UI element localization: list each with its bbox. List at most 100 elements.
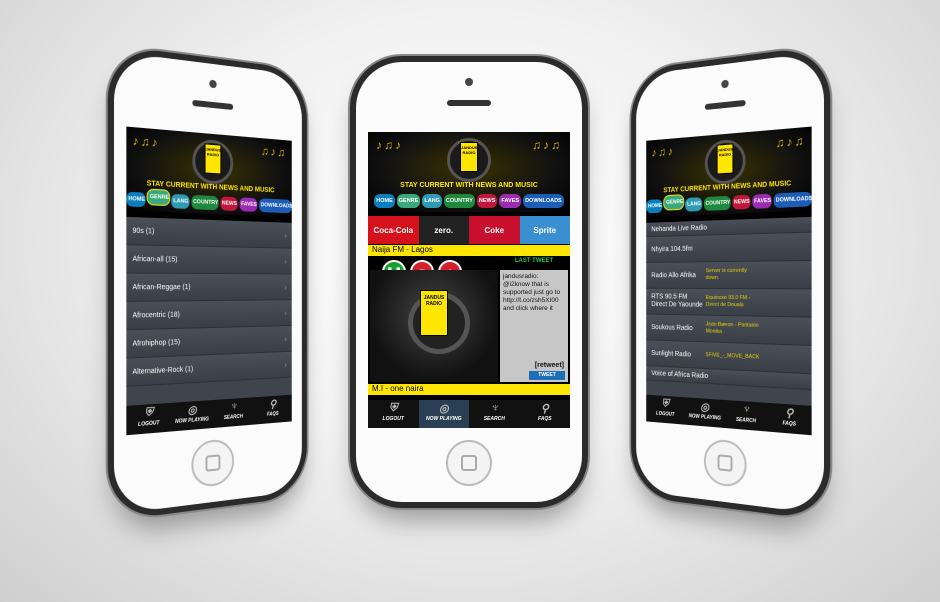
radio-logo: JANDUS RADIO bbox=[204, 143, 222, 175]
now-playing-screen: ♪♫♪ ♫♪♫ JANDUS RADIO STAY CURRENT WITH N… bbox=[368, 132, 570, 428]
tab-home[interactable]: HOME bbox=[646, 199, 663, 214]
radio-logo: JANDUS RADIO bbox=[460, 142, 478, 172]
tab-faves[interactable]: FAVES bbox=[752, 193, 772, 209]
album-art: JANDUS RADIO bbox=[370, 270, 498, 382]
station-status: Equinoxe 93.0 FM - Direct de Douala bbox=[705, 294, 751, 309]
tab-news[interactable]: NEWS bbox=[220, 196, 238, 212]
tab-genre[interactable]: GENRE bbox=[396, 194, 421, 208]
tab-news[interactable]: NEWS bbox=[476, 194, 498, 208]
phone-center: ♪♫♪ ♫♪♫ JANDUS RADIO STAY CURRENT WITH N… bbox=[356, 62, 582, 502]
earpiece-speaker bbox=[704, 99, 746, 111]
tab-search[interactable]: ♆ SEARCH bbox=[725, 400, 767, 432]
tab-now-playing[interactable]: ◎ NOW PLAYING bbox=[171, 400, 213, 432]
tab-search[interactable]: ♆ SEARCH bbox=[213, 397, 253, 428]
genre-screen: ♪♫♪ ♫♪♫ JANDUS RADIO STAY CURRENT WITH N… bbox=[126, 126, 292, 436]
tab-lang[interactable]: LANG bbox=[171, 193, 190, 209]
ad-coke[interactable]: Coke bbox=[469, 216, 520, 244]
tab-downloads[interactable]: DOWNLOADS bbox=[523, 194, 564, 208]
earpiece-speaker bbox=[447, 100, 491, 106]
chevron-right-icon: › bbox=[284, 334, 287, 343]
station-name: Naija FM - Lagos bbox=[368, 245, 570, 256]
tweet-box: jandusradio: @i2know that is supported j… bbox=[500, 270, 568, 382]
app-header: ♪♫♪ ♫♪♫ JANDUS RADIO STAY CURRENT WITH N… bbox=[126, 126, 292, 218]
chevron-right-icon: › bbox=[284, 282, 287, 292]
list-item[interactable]: African-Reggae (1) › bbox=[126, 273, 292, 302]
category-nav: HOME GENRE LANG COUNTRY NEWS FAVES DOWNL… bbox=[126, 189, 292, 214]
tweet-button[interactable]: TWEET bbox=[529, 371, 565, 380]
front-camera bbox=[465, 78, 473, 86]
home-button[interactable] bbox=[703, 438, 747, 489]
tab-downloads[interactable]: DOWNLOADS bbox=[259, 198, 292, 214]
station-status: Jean Bæron - Pantalon Monika bbox=[705, 321, 759, 335]
tab-now-playing[interactable]: ◎ NOW PLAYING bbox=[418, 400, 469, 428]
chevron-right-icon: › bbox=[284, 256, 287, 266]
stations-screen: ♪♫♪ ♫♪♫ JANDUS RADIO STAY CURRENT WITH N… bbox=[646, 126, 812, 436]
chevron-right-icon: › bbox=[284, 308, 287, 318]
now-playing-track: M.I - one naira bbox=[368, 384, 570, 395]
home-button[interactable] bbox=[191, 438, 235, 489]
tab-home[interactable]: HOME bbox=[374, 194, 395, 208]
tagline: STAY CURRENT WITH NEWS AND MUSIC bbox=[400, 182, 538, 189]
music-notes-icon: ♪♫♪ bbox=[651, 144, 675, 160]
map-pin-icon: ⚲ bbox=[540, 403, 549, 415]
sponsor-ads: Coca-Cola zero. Coke Sprite bbox=[368, 216, 570, 244]
tab-lang[interactable]: LANG bbox=[685, 197, 702, 212]
retweet-link[interactable]: [retweet] bbox=[535, 362, 564, 370]
list-item[interactable]: 90s (1) › bbox=[126, 216, 292, 249]
radio-logo: JANDUS RADIO bbox=[716, 143, 734, 175]
tab-home[interactable]: HOME bbox=[126, 191, 146, 208]
tab-downloads[interactable]: DOWNLOADS bbox=[773, 191, 812, 208]
list-item[interactable]: Radio Allo Afrika Server is currently dow… bbox=[646, 260, 812, 290]
tab-country[interactable]: COUNTRY bbox=[703, 195, 730, 211]
tab-faves[interactable]: FAVES bbox=[499, 194, 522, 208]
tab-news[interactable]: NEWS bbox=[732, 194, 751, 210]
app-header: ♪♫♪ ♫♪♫ JANDUS RADIO STAY CURRENT WITH N… bbox=[646, 126, 812, 218]
app-header: ♪♫♪ ♫♪♫ JANDUS RADIO STAY CURRENT WITH N… bbox=[368, 132, 570, 212]
station-status: 5FIVE_-_MOVE_BACK bbox=[705, 351, 760, 361]
tab-faqs[interactable]: ⚲ FAQS bbox=[767, 403, 811, 435]
tab-faqs[interactable]: ⚲ FAQS bbox=[520, 400, 571, 428]
tab-genre[interactable]: GENRE bbox=[147, 189, 170, 206]
radio-logo: JANDUS RADIO bbox=[420, 290, 448, 336]
phone-right: ♪♫♪ ♫♪♫ JANDUS RADIO STAY CURRENT WITH N… bbox=[636, 51, 824, 515]
shield-icon: ⛨ bbox=[389, 402, 398, 414]
tab-search[interactable]: ♆ SEARCH bbox=[469, 400, 520, 428]
genre-list: 90s (1) › African-all (15) › African-Regga… bbox=[126, 216, 292, 406]
music-notes-icon: ♫♪♫ bbox=[532, 138, 562, 152]
station-status: Server is currently down. bbox=[705, 267, 747, 282]
music-notes-icon: ♪♫♪ bbox=[132, 133, 160, 151]
ad-sprite[interactable]: Sprite bbox=[519, 216, 570, 244]
music-notes-icon: ♪♫♪ bbox=[376, 138, 403, 152]
music-notes-icon: ♫♪♫ bbox=[260, 143, 287, 160]
tab-logout[interactable]: ⛨ LOGOUT bbox=[368, 400, 419, 428]
tab-country[interactable]: COUNTRY bbox=[191, 194, 218, 211]
tab-faves[interactable]: FAVES bbox=[239, 197, 258, 212]
list-item[interactable]: Alternative-Rock (1) › bbox=[126, 351, 292, 387]
list-item[interactable]: African-all (15) › bbox=[126, 245, 292, 275]
front-camera bbox=[721, 79, 729, 89]
music-notes-icon: ♫♪♫ bbox=[775, 133, 806, 151]
chevron-right-icon: › bbox=[284, 360, 287, 369]
category-nav: HOME GENRE LANG COUNTRY NEWS FAVES DOWNL… bbox=[368, 194, 570, 208]
category-nav: HOME GENRE LANG COUNTRY NEWS FAVES DOWNL… bbox=[646, 191, 812, 214]
tab-country[interactable]: COUNTRY bbox=[443, 194, 475, 208]
ad-coke-zero[interactable]: zero. bbox=[418, 216, 469, 244]
front-camera bbox=[209, 79, 217, 89]
tab-logout[interactable]: ⛨ LOGOUT bbox=[126, 403, 170, 435]
joystick-icon: ♆ bbox=[490, 402, 499, 414]
tab-logout[interactable]: ⛨ LOGOUT bbox=[646, 395, 684, 425]
chevron-right-icon: › bbox=[284, 230, 287, 240]
list-item[interactable]: RTS 90.5 FM Direct De Yaounde Equinoxe 93… bbox=[646, 288, 812, 318]
ad-coca-cola[interactable]: Coca-Cola bbox=[368, 216, 419, 244]
tab-genre[interactable]: GENRE bbox=[664, 195, 684, 210]
compass-icon: ◎ bbox=[438, 403, 449, 415]
last-tweet-label: LAST TWEET bbox=[514, 258, 554, 264]
tab-lang[interactable]: LANG bbox=[422, 194, 442, 208]
phone-left: ♪♫♪ ♫♪♫ JANDUS RADIO STAY CURRENT WITH N… bbox=[114, 51, 302, 515]
list-item[interactable]: Nhyira 104.5fm bbox=[646, 232, 812, 263]
tab-now-playing[interactable]: ◎ NOW PLAYING bbox=[685, 397, 725, 428]
bottom-tabbar: ⛨ LOGOUT ◎ NOW PLAYING ♆ SEARCH ⚲ FAQS bbox=[368, 400, 570, 428]
tab-faqs[interactable]: ⚲ FAQS bbox=[253, 395, 291, 425]
home-button[interactable] bbox=[446, 440, 492, 486]
earpiece-speaker bbox=[192, 99, 234, 111]
